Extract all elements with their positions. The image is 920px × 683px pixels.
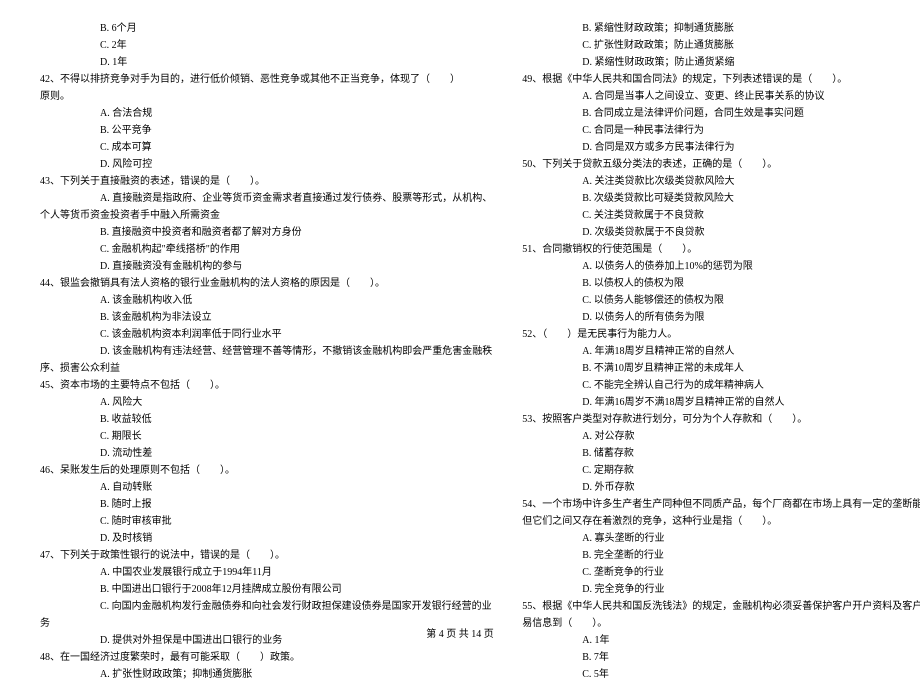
option-line: D. 风险可控 <box>40 156 492 173</box>
option-line: B. 紧缩性财政政策；抑制通货膨胀 <box>522 20 920 37</box>
option-line: D. 次级类贷款属于不良贷款 <box>522 224 920 241</box>
option-line: C. 关注类贷款属于不良贷款 <box>522 207 920 224</box>
option-line: C. 以债务人能够偿还的债权为限 <box>522 292 920 309</box>
question-53: 53、按照客户类型对存款进行划分，可分为个人存款和（ ）。 <box>522 411 920 428</box>
option-line: A. 关注类贷款比次级类贷款风险大 <box>522 173 920 190</box>
option-line: C. 不能完全辨认自己行为的成年精神病人 <box>522 377 920 394</box>
option-line: D. 该金融机构有违法经营、经营管理不善等情形，不撤销该金融机构即会严重危害金融… <box>40 343 492 360</box>
option-line: B. 完全垄断的行业 <box>522 547 920 564</box>
option-line: C. 该金融机构资本利润率低于同行业水平 <box>40 326 492 343</box>
option-line: B. 以债权人的债权为限 <box>522 275 920 292</box>
option-line: A. 寡头垄断的行业 <box>522 530 920 547</box>
question-49: 49、根据《中华人民共和国合同法》的规定，下列表述错误的是（ ）。 <box>522 71 920 88</box>
option-line: C. 期限长 <box>40 428 492 445</box>
option-line: A. 对公存款 <box>522 428 920 445</box>
option-cont: 个人等货币资金投资者手中融入所需资金 <box>40 207 492 224</box>
option-line: C. 2年 <box>40 37 492 54</box>
option-line: B. 公平竞争 <box>40 122 492 139</box>
page-content: B. 6个月 C. 2年 D. 1年 42、不得以排挤竞争对手为目的，进行低价倾… <box>40 20 880 610</box>
option-line: A. 直接融资是指政府、企业等货币资金需求者直接通过发行债券、股票等形式，从机构… <box>40 190 492 207</box>
question-55: 55、根据《中华人民共和国反洗钱法》的规定，金融机构必须妥善保护客户开户资料及客… <box>522 598 920 615</box>
option-line: D. 年满16周岁不满18周岁且精神正常的自然人 <box>522 394 920 411</box>
question-44: 44、银监会撤销具有法人资格的银行业金融机构的法人资格的原因是（ ）。 <box>40 275 492 292</box>
option-line: B. 该金融机构为非法设立 <box>40 309 492 326</box>
option-line: D. 完全竞争的行业 <box>522 581 920 598</box>
option-line: D. 合同是双方或多方民事法律行为 <box>522 139 920 156</box>
option-line: B. 7年 <box>522 649 920 666</box>
question-51: 51、合同撤销权的行使范围是（ ）。 <box>522 241 920 258</box>
question-50: 50、下列关于贷款五级分类法的表述，正确的是（ ）。 <box>522 156 920 173</box>
option-line: D. 外币存款 <box>522 479 920 496</box>
option-line: D. 流动性差 <box>40 445 492 462</box>
option-line: A. 中国农业发展银行成立于1994年11月 <box>40 564 492 581</box>
option-line: B. 不满10周岁且精神正常的未成年人 <box>522 360 920 377</box>
option-line: A. 合同是当事人之间设立、变更、终止民事关系的协议 <box>522 88 920 105</box>
option-line: C. 金融机构起"牵线搭桥"的作用 <box>40 241 492 258</box>
question-52: 52、（ ）是无民事行为能力人。 <box>522 326 920 343</box>
option-line: C. 随时审核审批 <box>40 513 492 530</box>
option-line: A. 年满18周岁且精神正常的自然人 <box>522 343 920 360</box>
option-line: D. 紧缩性财政政策；防止通货紧缩 <box>522 54 920 71</box>
option-line: C. 5年 <box>522 666 920 683</box>
question-48: 48、在一国经济过度繁荣时，最有可能采取（ ）政策。 <box>40 649 492 666</box>
option-line: C. 垄断竞争的行业 <box>522 564 920 581</box>
option-line: D. 及时核销 <box>40 530 492 547</box>
question-43: 43、下列关于直接融资的表述，错误的是（ ）。 <box>40 173 492 190</box>
option-line: B. 6个月 <box>40 20 492 37</box>
option-line: A. 以债务人的债券加上10%的惩罚为限 <box>522 258 920 275</box>
question-46: 46、呆账发生后的处理原则不包括（ ）。 <box>40 462 492 479</box>
page-footer: 第 4 页 共 14 页 <box>0 625 920 640</box>
option-line: A. 风险大 <box>40 394 492 411</box>
option-line: A. 扩张性财政政策；抑制通货膨胀 <box>40 666 492 683</box>
question-42: 42、不得以排挤竞争对手为目的，进行低价倾销、恶性竞争或其他不正当竞争，体现了（… <box>40 71 492 88</box>
option-line: B. 随时上报 <box>40 496 492 513</box>
option-line: B. 直接融资中投资者和融资者都了解对方身份 <box>40 224 492 241</box>
question-42-cont: 原则。 <box>40 88 492 105</box>
option-line: D. 1年 <box>40 54 492 71</box>
option-line: B. 次级类贷款比可疑类贷款风险大 <box>522 190 920 207</box>
option-line: A. 合法合规 <box>40 105 492 122</box>
left-column: B. 6个月 C. 2年 D. 1年 42、不得以排挤竞争对手为目的，进行低价倾… <box>40 20 492 610</box>
option-line: C. 扩张性财政政策；防止通货膨胀 <box>522 37 920 54</box>
question-45: 45、资本市场的主要特点不包括（ ）。 <box>40 377 492 394</box>
question-54: 54、一个市场中许多生产者生产同种但不同质产品，每个厂商都在市场上具有一定的垄断… <box>522 496 920 513</box>
option-line: B. 储蓄存款 <box>522 445 920 462</box>
right-column: B. 紧缩性财政政策；抑制通货膨胀 C. 扩张性财政政策；防止通货膨胀 D. 紧… <box>522 20 920 610</box>
question-54-cont: 但它们之间又存在着激烈的竞争，这种行业是指（ ）。 <box>522 513 920 530</box>
option-line: A. 自动转账 <box>40 479 492 496</box>
option-line: A. 该金融机构收入低 <box>40 292 492 309</box>
option-line: C. 向国内金融机构发行金融债券和向社会发行财政担保建设债券是国家开发银行经营的… <box>40 598 492 615</box>
option-line: B. 合同成立是法律评价问题，合同生效是事实问题 <box>522 105 920 122</box>
option-line: C. 合同是一种民事法律行为 <box>522 122 920 139</box>
option-line: B. 收益较低 <box>40 411 492 428</box>
option-cont: 序、损害公众利益 <box>40 360 492 377</box>
option-line: C. 成本可算 <box>40 139 492 156</box>
option-line: D. 以债务人的所有债务为限 <box>522 309 920 326</box>
option-line: C. 定期存款 <box>522 462 920 479</box>
question-47: 47、下列关于政策性银行的说法中，错误的是（ ）。 <box>40 547 492 564</box>
option-line: B. 中国进出口银行于2008年12月挂牌成立股份有限公司 <box>40 581 492 598</box>
option-line: D. 直接融资没有金融机构的参与 <box>40 258 492 275</box>
